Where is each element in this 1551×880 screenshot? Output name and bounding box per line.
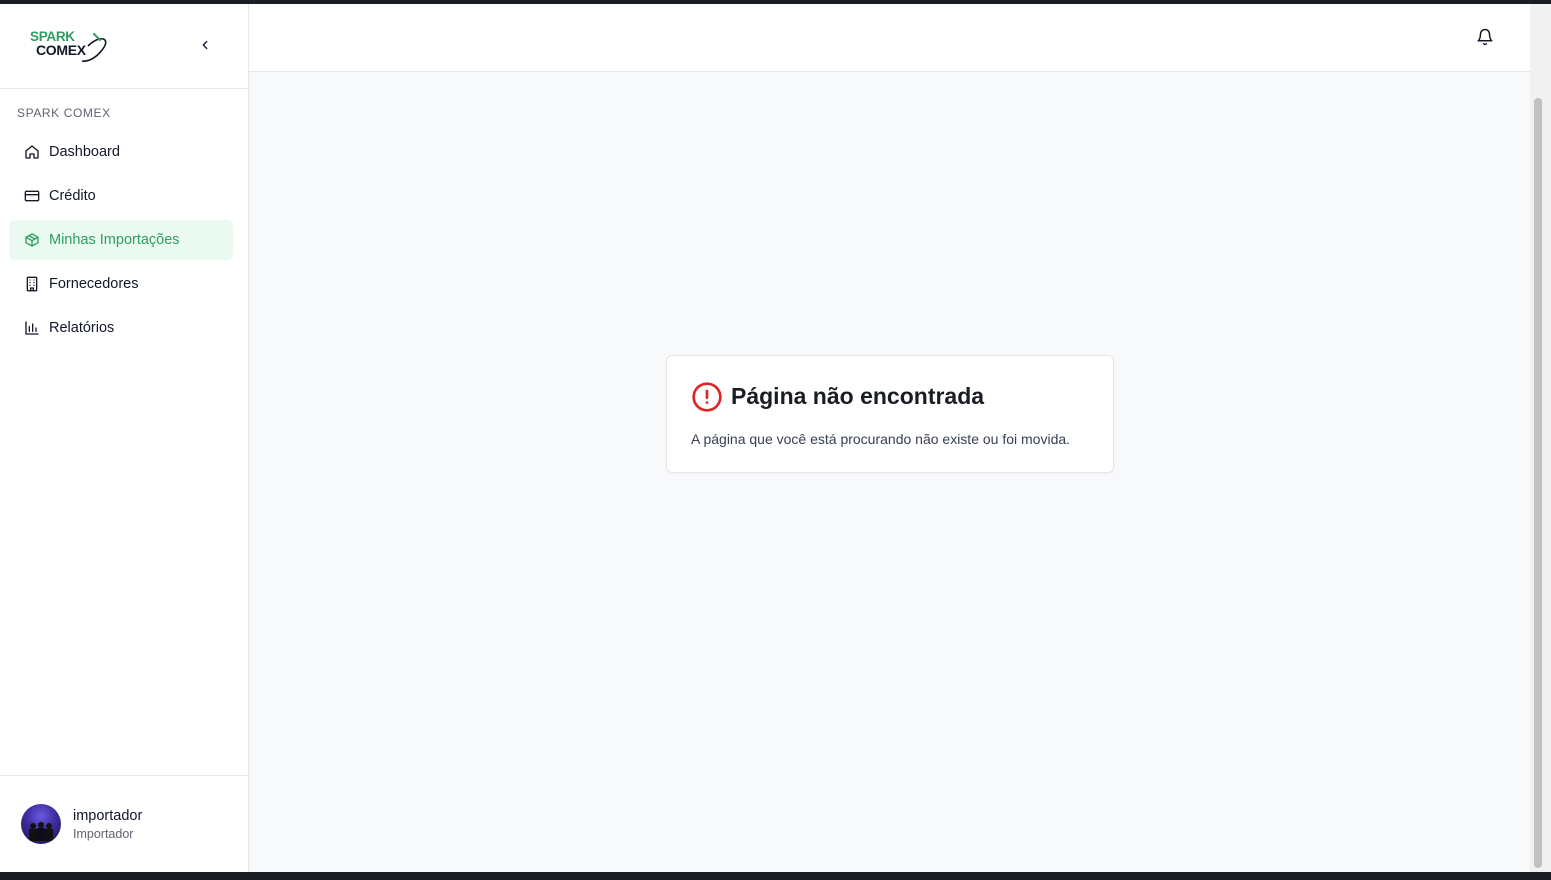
page-title: Página não encontrada	[731, 383, 985, 409]
sidebar-item-fornecedores[interactable]: Fornecedores	[9, 264, 233, 304]
sidebar: SPARK COMEX SPARK COMEX Dashboard Crédit…	[0, 4, 249, 872]
sidebar-item-credito[interactable]: Crédito	[9, 176, 233, 216]
sidebar-nav: Dashboard Crédito Minhas Importações For…	[9, 132, 233, 352]
alert-circle-icon	[692, 382, 722, 412]
spark-comex-logo[interactable]: SPARK COMEX	[30, 28, 112, 64]
sidebar-item-relatorios[interactable]: Relatórios	[9, 308, 233, 348]
sidebar-item-minhas-importacoes[interactable]: Minhas Importações	[9, 220, 233, 260]
topbar	[249, 4, 1530, 72]
package-icon	[24, 232, 40, 248]
svg-text:COMEX: COMEX	[36, 42, 87, 58]
user-role: Importador	[73, 827, 134, 841]
scrollbar[interactable]	[1530, 4, 1551, 872]
error-message: A página que você está procurando não ex…	[691, 431, 1071, 447]
building-icon	[24, 276, 40, 292]
user-profile[interactable]: importador Importador	[0, 775, 248, 873]
not-found-card: Página não encontrada A página que você …	[666, 355, 1114, 473]
sidebar-section-label: SPARK COMEX	[17, 106, 111, 120]
home-icon	[24, 144, 40, 160]
sidebar-item-label: Minhas Importações	[49, 232, 180, 248]
sidebar-item-label: Relatórios	[49, 320, 115, 336]
user-name: importador	[73, 808, 143, 824]
sidebar-item-dashboard[interactable]: Dashboard	[9, 132, 233, 172]
credit-card-icon	[24, 188, 40, 204]
bar-chart-icon	[24, 320, 40, 336]
avatar	[21, 804, 61, 844]
sidebar-item-label: Dashboard	[49, 144, 120, 160]
scrollbar-thumb[interactable]	[1534, 98, 1542, 868]
sidebar-item-label: Crédito	[49, 188, 96, 204]
sidebar-header: SPARK COMEX	[0, 4, 248, 89]
app-window: SPARK COMEX SPARK COMEX Dashboard Crédit…	[0, 4, 1530, 872]
chevron-left-icon	[202, 40, 208, 50]
bell-icon[interactable]	[1476, 28, 1494, 46]
collapse-sidebar-button[interactable]	[194, 34, 216, 56]
sidebar-item-label: Fornecedores	[49, 276, 139, 292]
